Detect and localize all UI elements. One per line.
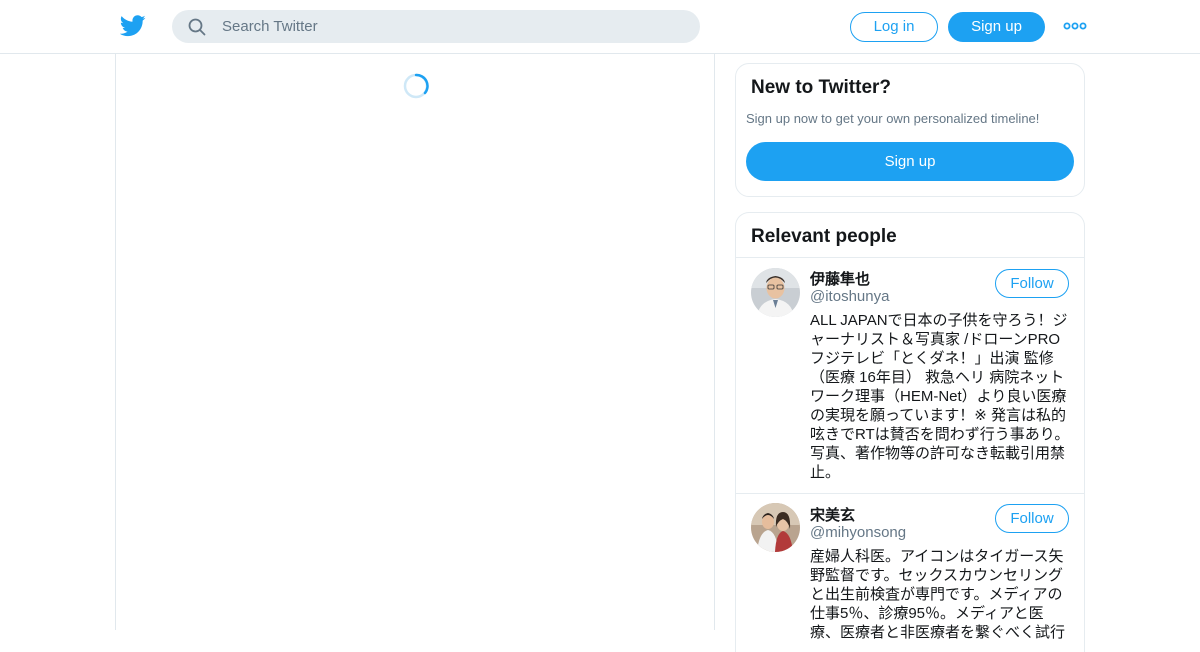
person-handle[interactable]: @mihyonsong — [810, 524, 906, 541]
person-item[interactable]: 宋美玄 @mihyonsong Follow 産婦人科医。アイコンはタイガース矢… — [736, 494, 1084, 652]
login-button[interactable]: Log in — [850, 12, 938, 42]
person-handle[interactable]: @itoshunya — [810, 288, 889, 305]
new-to-twitter-card: New to Twitter? Sign up now to get your … — [735, 63, 1085, 197]
relevant-people-card: Relevant people 伊藤隼也 @itoshunya Follow A… — [735, 212, 1085, 652]
relevant-people-title: Relevant people — [751, 226, 897, 247]
search-icon — [188, 18, 206, 36]
person-item[interactable]: 伊藤隼也 @itoshunya Follow ALL JAPANで日本の子供を守… — [736, 258, 1084, 493]
timeline-column — [115, 54, 715, 630]
person-bio: ALL JAPANで日本の子供を守ろう！ジャーナリスト＆写真家 /ドローンPRO… — [810, 312, 1070, 481]
loading-spinner-icon — [403, 73, 429, 99]
sidebar-signup-button[interactable]: Sign up — [746, 142, 1074, 181]
person-bio: 産婦人科医。アイコンはタイガース矢野監督です。セックスカウンセリングと出生前検査… — [810, 548, 1066, 641]
new-to-twitter-title: New to Twitter? — [751, 77, 892, 98]
person-name[interactable]: 伊藤隼也 — [810, 268, 870, 289]
follow-button[interactable]: Follow — [995, 504, 1069, 533]
more-dots-icon[interactable] — [1063, 19, 1087, 33]
top-navigation-bar: Log in Sign up — [0, 0, 1200, 54]
signup-button[interactable]: Sign up — [948, 12, 1045, 42]
follow-button[interactable]: Follow — [995, 269, 1069, 298]
person-name[interactable]: 宋美玄 — [810, 504, 855, 525]
avatar[interactable] — [751, 503, 800, 552]
search-input[interactable] — [222, 10, 682, 43]
twitter-bird-icon[interactable] — [120, 14, 146, 38]
avatar[interactable] — [751, 268, 800, 317]
new-to-twitter-subtitle: Sign up now to get your own personalized… — [746, 111, 1040, 126]
search-box[interactable] — [172, 10, 700, 43]
